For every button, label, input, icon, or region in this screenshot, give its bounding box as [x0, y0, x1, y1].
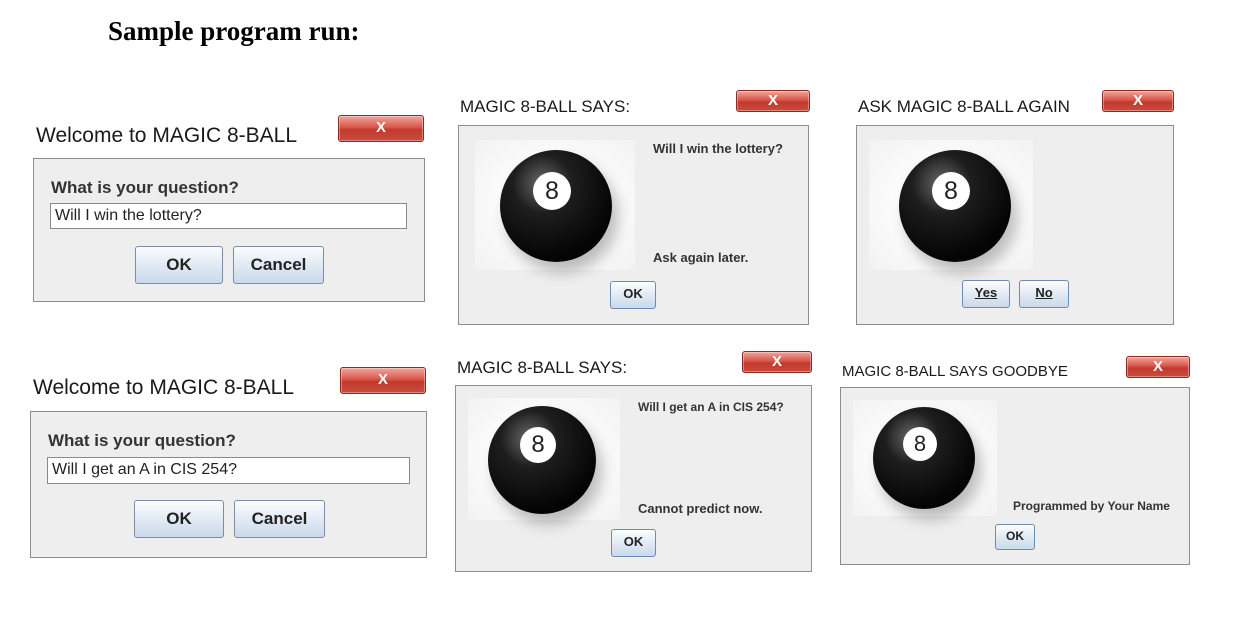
question-label: What is your question? [48, 431, 236, 450]
ok-button[interactable]: OK [135, 246, 223, 284]
dialog-body: What is your question? Will I win the lo… [33, 158, 425, 302]
8-ball-icon: 8 [873, 407, 975, 509]
ok-button[interactable]: OK [995, 524, 1035, 550]
cancel-button[interactable]: Cancel [234, 500, 325, 538]
ok-button[interactable]: OK [611, 529, 656, 557]
cancel-button[interactable]: Cancel [233, 246, 324, 284]
ask-again-dialog: ASK MAGIC 8-BALL AGAIN X 8 Yes No [856, 89, 1174, 325]
dialog-title: MAGIC 8-BALL SAYS GOODBYE [842, 363, 1068, 380]
close-icon[interactable]: X [736, 90, 810, 112]
8-ball-icon: 8 [899, 150, 1011, 262]
welcome-dialog-1: Welcome to MAGIC 8-BALL X What is your q… [33, 112, 425, 302]
8-ball-icon: 8 [488, 406, 596, 514]
close-icon[interactable]: X [742, 351, 812, 373]
close-icon[interactable]: X [340, 367, 426, 394]
ok-button[interactable]: OK [134, 500, 224, 538]
question-text: Will I get an A in CIS 254? [638, 400, 784, 414]
dialog-body: 8 Yes No [856, 125, 1174, 325]
dialog-body: What is your question? Will I get an A i… [30, 411, 427, 558]
dialog-title: Welcome to MAGIC 8-BALL [36, 124, 298, 147]
close-icon[interactable]: X [1126, 356, 1190, 378]
yes-button[interactable]: Yes [962, 280, 1010, 308]
dialog-title: Welcome to MAGIC 8-BALL [33, 376, 295, 399]
question-input[interactable]: Will I win the lottery? [50, 203, 407, 229]
close-icon[interactable]: X [338, 115, 424, 142]
close-icon[interactable]: X [1102, 90, 1174, 112]
8-ball-icon: 8 [500, 150, 612, 262]
dialog-titlebar: Welcome to MAGIC 8-BALL X [30, 365, 427, 411]
8-ball-face: 8 [533, 172, 571, 210]
says-dialog-1: MAGIC 8-BALL SAYS: X 8 Will I win the lo… [458, 89, 810, 325]
question-input[interactable]: Will I get an A in CIS 254? [47, 457, 410, 484]
dialog-titlebar: MAGIC 8-BALL SAYS: X [455, 350, 812, 385]
dialog-titlebar: MAGIC 8-BALL SAYS GOODBYE X [840, 354, 1190, 387]
no-button[interactable]: No [1019, 280, 1069, 308]
dialog-title: MAGIC 8-BALL SAYS: [457, 358, 628, 377]
magic-8-ball-image: 8 [853, 400, 997, 516]
goodbye-dialog: MAGIC 8-BALL SAYS GOODBYE X 8 Programmed… [840, 354, 1190, 565]
dialog-title: ASK MAGIC 8-BALL AGAIN [858, 97, 1070, 116]
8-ball-face: 8 [520, 427, 556, 463]
ok-button[interactable]: OK [610, 281, 656, 309]
dialog-titlebar: ASK MAGIC 8-BALL AGAIN X [856, 89, 1174, 125]
dialog-body: 8 Will I get an A in CIS 254? Cannot pre… [455, 385, 812, 572]
page-heading: Sample program run: [108, 16, 360, 46]
question-text: Will I win the lottery? [653, 141, 783, 156]
dialog-titlebar: Welcome to MAGIC 8-BALL X [33, 112, 425, 158]
8-ball-face: 8 [932, 172, 970, 210]
magic-8-ball-image: 8 [468, 398, 620, 520]
dialog-titlebar: MAGIC 8-BALL SAYS: X [458, 89, 810, 125]
dialog-body: 8 Programmed by Your Name OK [840, 387, 1190, 565]
magic-8-ball-image: 8 [869, 140, 1033, 270]
dialog-title: MAGIC 8-BALL SAYS: [460, 97, 631, 116]
magic-8-ball-image: 8 [475, 140, 635, 270]
programmer-credit: Programmed by Your Name [1013, 499, 1170, 513]
question-label: What is your question? [51, 178, 239, 197]
answer-text: Ask again later. [653, 250, 749, 265]
dialog-body: 8 Will I win the lottery? Ask again late… [458, 125, 809, 325]
says-dialog-2: MAGIC 8-BALL SAYS: X 8 Will I get an A i… [455, 350, 812, 572]
answer-text: Cannot predict now. [638, 501, 763, 516]
welcome-dialog-2: Welcome to MAGIC 8-BALL X What is your q… [30, 365, 427, 558]
8-ball-face: 8 [903, 427, 937, 461]
